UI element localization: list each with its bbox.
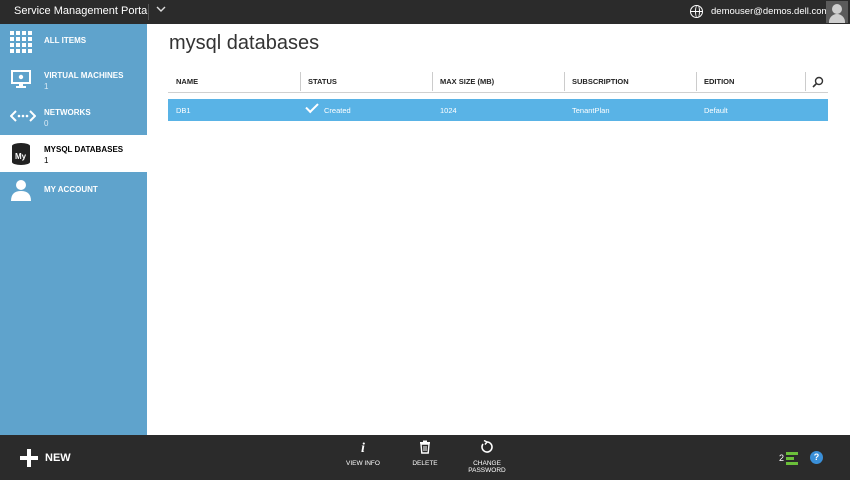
sidebar-item-label: MY ACCOUNT <box>44 185 98 194</box>
checkmark-icon <box>305 99 319 114</box>
svg-text:My: My <box>15 152 27 161</box>
sidebar-item-virtual-machines[interactable]: VIRTUAL MACHINES 1 <box>0 61 147 98</box>
cell-max-size: 1024 <box>440 106 457 115</box>
network-icon <box>9 105 37 127</box>
sidebar-item-count: 1 <box>44 82 49 91</box>
databases-table: NAME STATUS MAX SIZE (MB) SUBSCRIPTION E… <box>168 71 828 121</box>
view-info-button[interactable]: i VIEW INFO <box>338 440 388 467</box>
trash-icon <box>400 440 450 458</box>
cell-edition: Default <box>704 106 728 115</box>
chevron-down-icon[interactable] <box>156 4 166 17</box>
main-content: mysql databases NAME STATUS MAX SIZE (MB… <box>147 24 850 435</box>
sidebar: ALL ITEMS VIRTUAL MACHINES 1 NETWORKS 0 … <box>0 24 147 435</box>
column-header-name[interactable]: NAME <box>176 77 198 86</box>
change-password-button[interactable]: CHANGE PASSWORD <box>462 439 512 474</box>
refresh-icon <box>462 439 512 458</box>
person-icon <box>10 179 32 201</box>
notification-count[interactable]: 2 <box>779 453 784 463</box>
sidebar-item-count: 1 <box>44 156 49 165</box>
brand-divider <box>148 4 149 20</box>
change-password-label: CHANGE PASSWORD <box>468 460 506 474</box>
page-title: mysql databases <box>169 32 320 54</box>
portal-title[interactable]: Service Management Portal <box>14 5 150 17</box>
column-header-status[interactable]: STATUS <box>308 77 337 86</box>
column-divider <box>696 72 697 91</box>
user-email[interactable]: demouser@demos.dell.com <box>711 6 829 17</box>
table-row[interactable]: DB1 Created 1024 TenantPlan Default <box>168 99 828 121</box>
column-header-subscription[interactable]: SUBSCRIPTION <box>572 77 629 86</box>
monitor-icon <box>10 68 32 90</box>
column-divider <box>805 72 806 91</box>
column-divider <box>300 72 301 91</box>
user-avatar-icon[interactable] <box>826 1 848 23</box>
sidebar-item-label: NETWORKS <box>44 108 91 117</box>
help-icon[interactable]: ? <box>810 451 823 464</box>
column-divider <box>432 72 433 91</box>
view-info-label: VIEW INFO <box>346 460 380 467</box>
sidebar-item-networks[interactable]: NETWORKS 0 <box>0 98 147 135</box>
sidebar-item-count: 0 <box>44 119 49 128</box>
new-button[interactable]: NEW <box>20 447 80 467</box>
delete-button[interactable]: DELETE <box>400 440 450 467</box>
command-bar: NEW i VIEW INFO DELETE CHANGE PASSWORD 2… <box>0 435 850 480</box>
globe-icon[interactable] <box>690 5 703 18</box>
new-label: NEW <box>45 452 71 464</box>
column-divider <box>564 72 565 91</box>
table-header: NAME STATUS MAX SIZE (MB) SUBSCRIPTION E… <box>168 71 828 93</box>
sidebar-item-label: ALL ITEMS <box>44 36 87 45</box>
cell-status: Created <box>324 106 351 115</box>
cell-subscription: TenantPlan <box>572 106 610 115</box>
mysql-database-icon: My <box>10 142 32 165</box>
sidebar-item-mysql-databases[interactable]: My MYSQL DATABASES 1 <box>0 135 147 172</box>
search-icon[interactable] <box>812 75 824 88</box>
info-icon: i <box>361 441 365 456</box>
cell-name: DB1 <box>176 106 191 115</box>
column-header-max-size[interactable]: MAX SIZE (MB) <box>440 77 494 86</box>
sidebar-item-my-account[interactable]: MY ACCOUNT <box>0 172 147 209</box>
delete-label: DELETE <box>412 460 438 467</box>
sidebar-item-label: MYSQL DATABASES <box>44 145 124 154</box>
sidebar-item-all-items[interactable]: ALL ITEMS <box>0 24 147 61</box>
column-header-edition[interactable]: EDITION <box>704 77 734 86</box>
notifications-icon[interactable] <box>786 451 800 465</box>
top-bar: Service Management Portal demouser@demos… <box>0 0 850 24</box>
sidebar-item-label: VIRTUAL MACHINES <box>44 71 124 80</box>
plus-icon <box>20 449 38 467</box>
grid-icon <box>10 31 32 53</box>
